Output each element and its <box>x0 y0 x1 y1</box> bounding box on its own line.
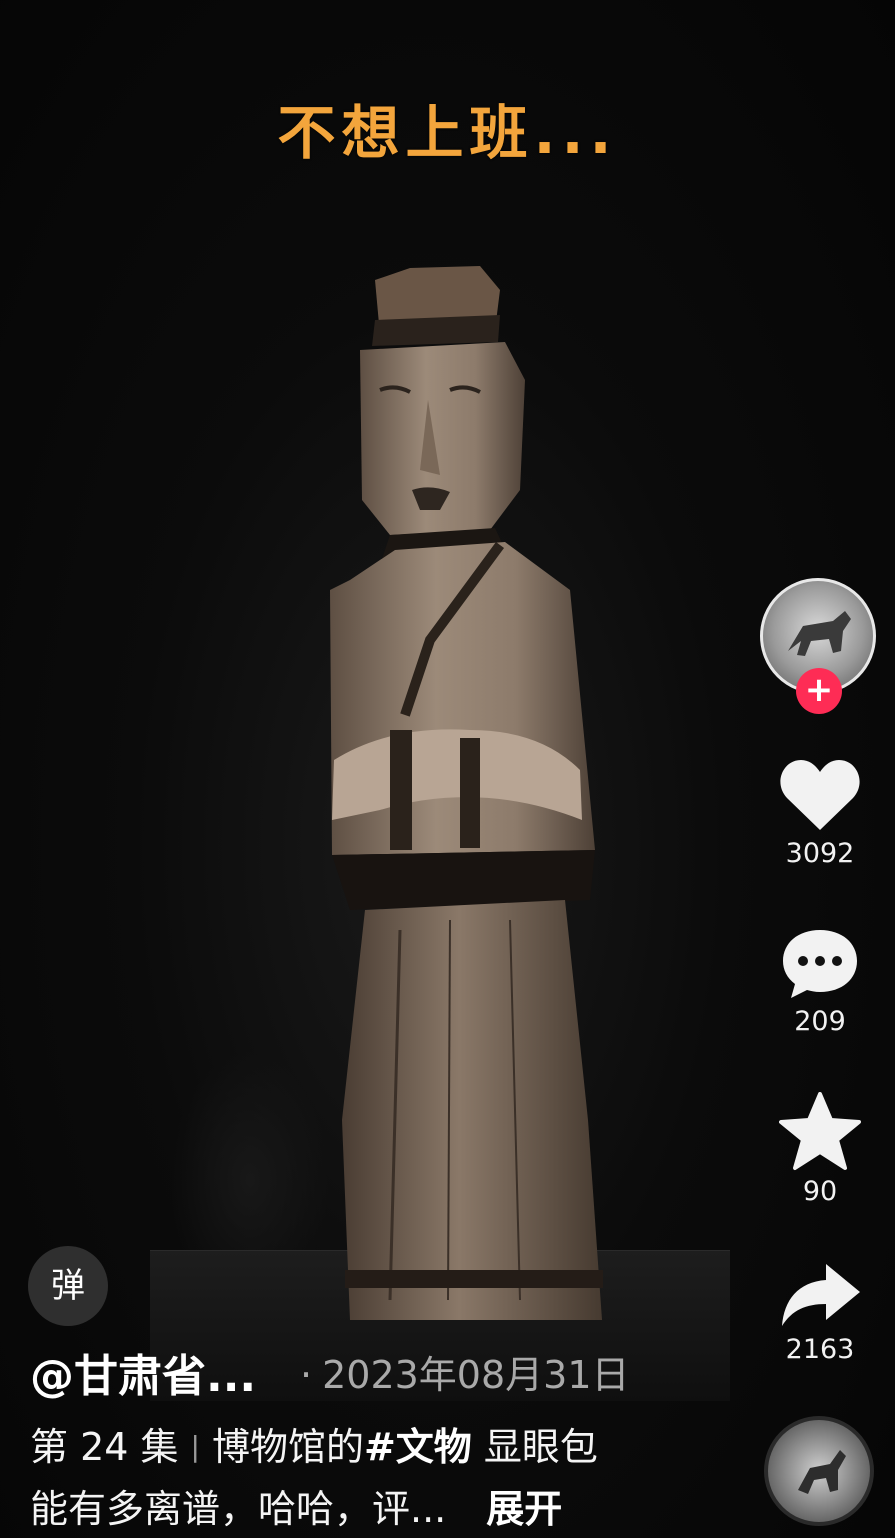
video-description[interactable]: 第 24 集 | 博物馆的#文物 显眼包 能有多离谱，哈哈，评... 展开 <box>30 1418 730 1538</box>
like-count: 3092 <box>785 838 855 869</box>
comment-count: 209 <box>794 1006 846 1037</box>
like-action[interactable]: 3092 <box>770 758 870 869</box>
hashtag-link[interactable]: #文物 <box>364 1425 472 1469</box>
post-date: · 2023年08月31日 <box>300 1344 630 1399</box>
description-line-2: 能有多离谱，哈哈，评... 展开 <box>30 1480 730 1538</box>
heart-icon <box>780 760 860 830</box>
music-disc-icon[interactable] <box>764 1416 874 1526</box>
episode-divider: | <box>190 1430 200 1463</box>
danmu-toggle-button[interactable]: 弹 <box>28 1246 108 1326</box>
episode-label[interactable]: 第 24 集 <box>30 1425 179 1469</box>
horse-statue-disc-art <box>798 1450 846 1494</box>
author-name[interactable]: @甘肃省... <box>30 1340 256 1404</box>
share-arrow-icon <box>782 1264 860 1326</box>
comment-action[interactable]: 209 <box>770 926 870 1037</box>
date-separator-dot: · <box>300 1353 313 1397</box>
post-date-text: 2023年08月31日 <box>322 1353 630 1397</box>
share-count: 2163 <box>785 1334 855 1365</box>
star-icon <box>779 1092 861 1170</box>
description-text-1: 博物馆的 <box>211 1425 364 1469</box>
expand-button[interactable]: 展开 <box>486 1487 562 1531</box>
wooden-figurine-image <box>330 266 603 1320</box>
follow-button[interactable]: + <box>796 668 842 714</box>
favorite-count: 90 <box>802 1176 838 1207</box>
favorite-action[interactable]: 90 <box>770 1092 870 1207</box>
description-text-2: 显眼包 <box>471 1425 598 1469</box>
description-text-3: 能有多离谱，哈哈，评... <box>30 1487 447 1531</box>
comment-bubble-icon <box>783 930 857 998</box>
share-action[interactable]: 2163 <box>770 1260 870 1365</box>
video-caption-overlay: 不想上班... <box>277 99 618 167</box>
description-line-1: 第 24 集 | 博物馆的#文物 显眼包 <box>30 1418 730 1480</box>
video-player[interactable]: 不想上班... <box>0 0 895 1538</box>
